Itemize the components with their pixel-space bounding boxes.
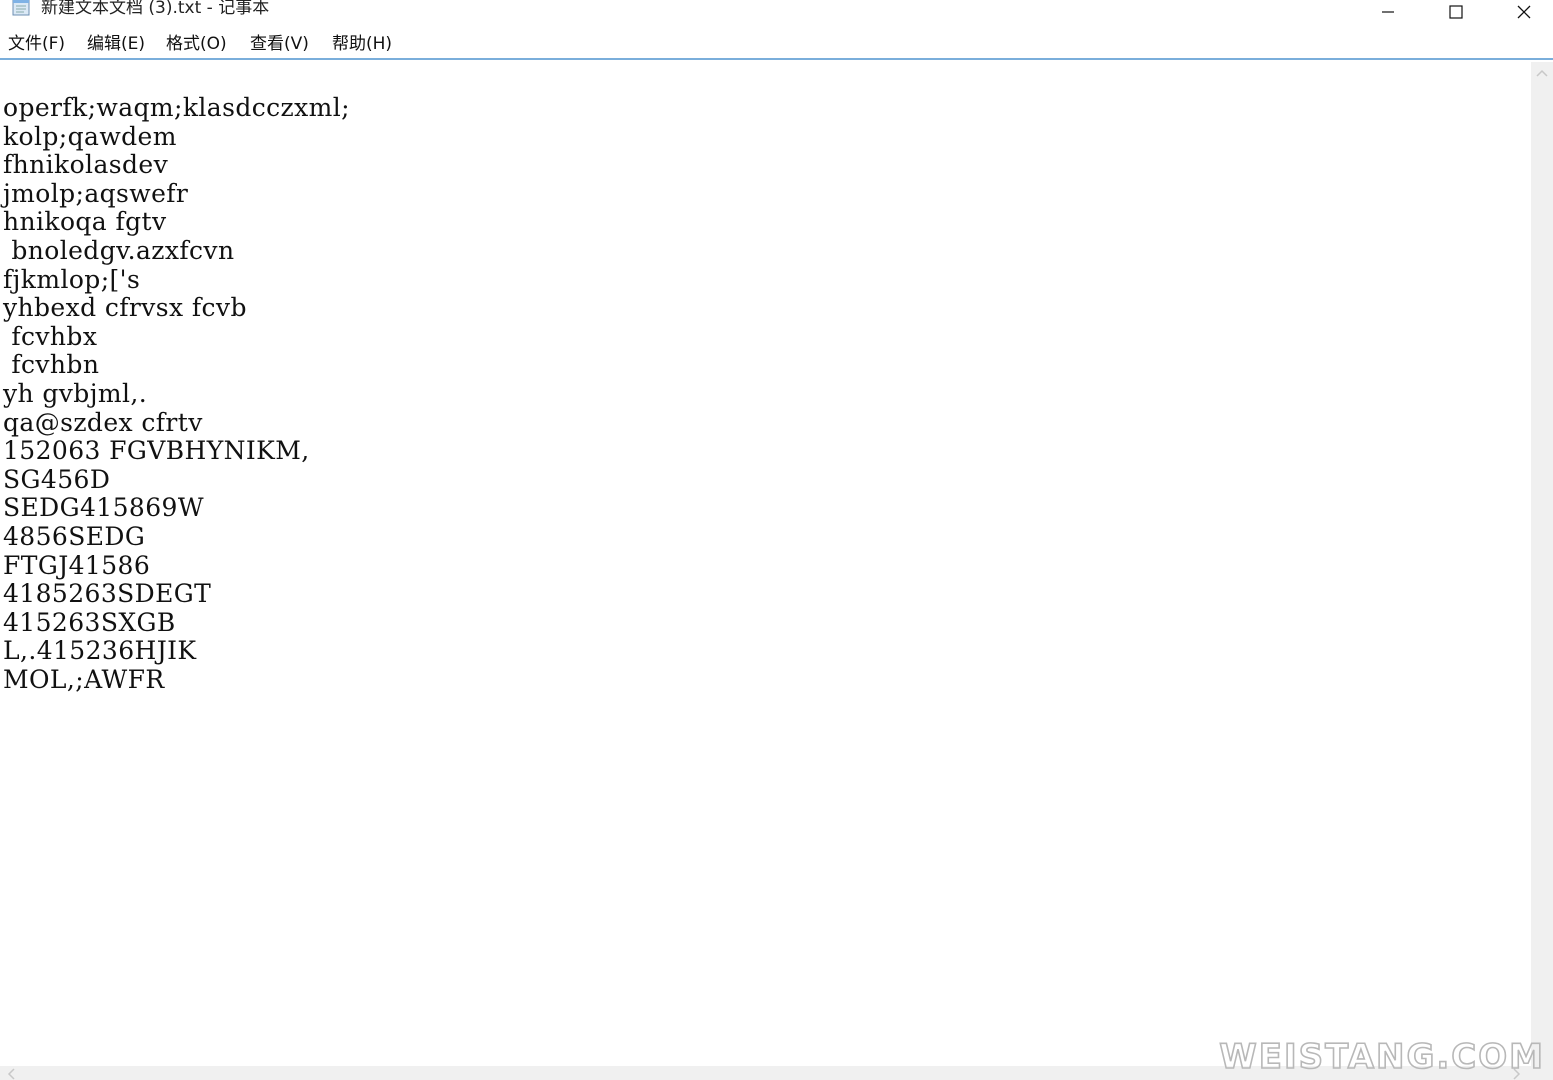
text-line[interactable]: qa@szdex cfrtv	[3, 408, 350, 438]
text-line[interactable]: jmolp;aqswefr	[3, 179, 350, 209]
close-button[interactable]	[1490, 0, 1553, 24]
maximize-icon	[1449, 5, 1463, 19]
menu-view[interactable]: 查看(V)	[250, 32, 309, 56]
text-line[interactable]: fcvhbn	[3, 351, 350, 380]
text-line[interactable]: SG456D	[3, 465, 350, 495]
text-line[interactable]: L,.415236HJIK	[3, 637, 350, 666]
text-line[interactable]: 4185263SDEGT	[3, 579, 350, 609]
text-line[interactable]: fjkmlop;['s	[3, 265, 350, 295]
text-line[interactable]: fhnikolasdev	[3, 151, 350, 180]
text-line[interactable]: FTGJ41586	[3, 551, 350, 581]
text-line[interactable]: hnikoqa fgtv	[3, 208, 350, 237]
scroll-left-icon[interactable]	[6, 1068, 16, 1080]
text-line[interactable]: 415263SXGB	[3, 608, 350, 638]
menu-format[interactable]: 格式(O)	[166, 32, 227, 56]
text-line[interactable]: MOL,;AWFR	[3, 665, 350, 695]
minimize-button[interactable]	[1354, 0, 1422, 24]
menu-edit[interactable]: 编辑(E)	[87, 32, 145, 56]
text-line[interactable]: fcvhbx	[3, 322, 350, 352]
minimize-icon	[1382, 11, 1394, 13]
text-line[interactable]: yhbexd cfrvsx fcvb	[3, 294, 350, 323]
text-line[interactable]: 4856SEDG	[3, 522, 350, 552]
menu-bar: 文件(F) 编辑(E) 格式(O) 查看(V) 帮助(H)	[0, 28, 1553, 60]
watermark-logo: WEISTANG.COM	[1218, 1036, 1545, 1074]
menu-help[interactable]: 帮助(H)	[332, 32, 392, 56]
text-editor[interactable]: operfk;waqm;klasdcczxml; kolp;qawdem fhnik…	[0, 62, 1531, 1066]
scroll-up-icon[interactable]	[1536, 68, 1548, 78]
watermark-text: WEISTANG.COM	[1219, 1037, 1545, 1074]
text-line[interactable]: yh gvbjml,.	[3, 379, 350, 409]
document-text[interactable]: operfk;waqm;klasdcczxml; kolp;qawdem fhnik…	[3, 93, 350, 695]
maximize-button[interactable]	[1422, 0, 1490, 24]
text-line[interactable]: SEDG415869W	[3, 494, 350, 523]
text-line[interactable]: kolp;qawdem	[3, 122, 350, 152]
menu-file[interactable]: 文件(F)	[8, 32, 65, 56]
text-line[interactable]: 152063 FGVBHYNIKM,	[3, 437, 350, 466]
close-icon	[1517, 5, 1531, 19]
text-line[interactable]: bnoledgv.azxfcvn	[3, 236, 350, 266]
vertical-scrollbar[interactable]	[1531, 62, 1553, 1066]
notepad-icon	[12, 0, 30, 16]
window-title: 新建文本文档 (3).txt - 记事本	[41, 0, 270, 18]
text-line[interactable]: operfk;waqm;klasdcczxml;	[3, 93, 350, 123]
title-bar: 新建文本文档 (3).txt - 记事本	[0, 0, 1553, 28]
